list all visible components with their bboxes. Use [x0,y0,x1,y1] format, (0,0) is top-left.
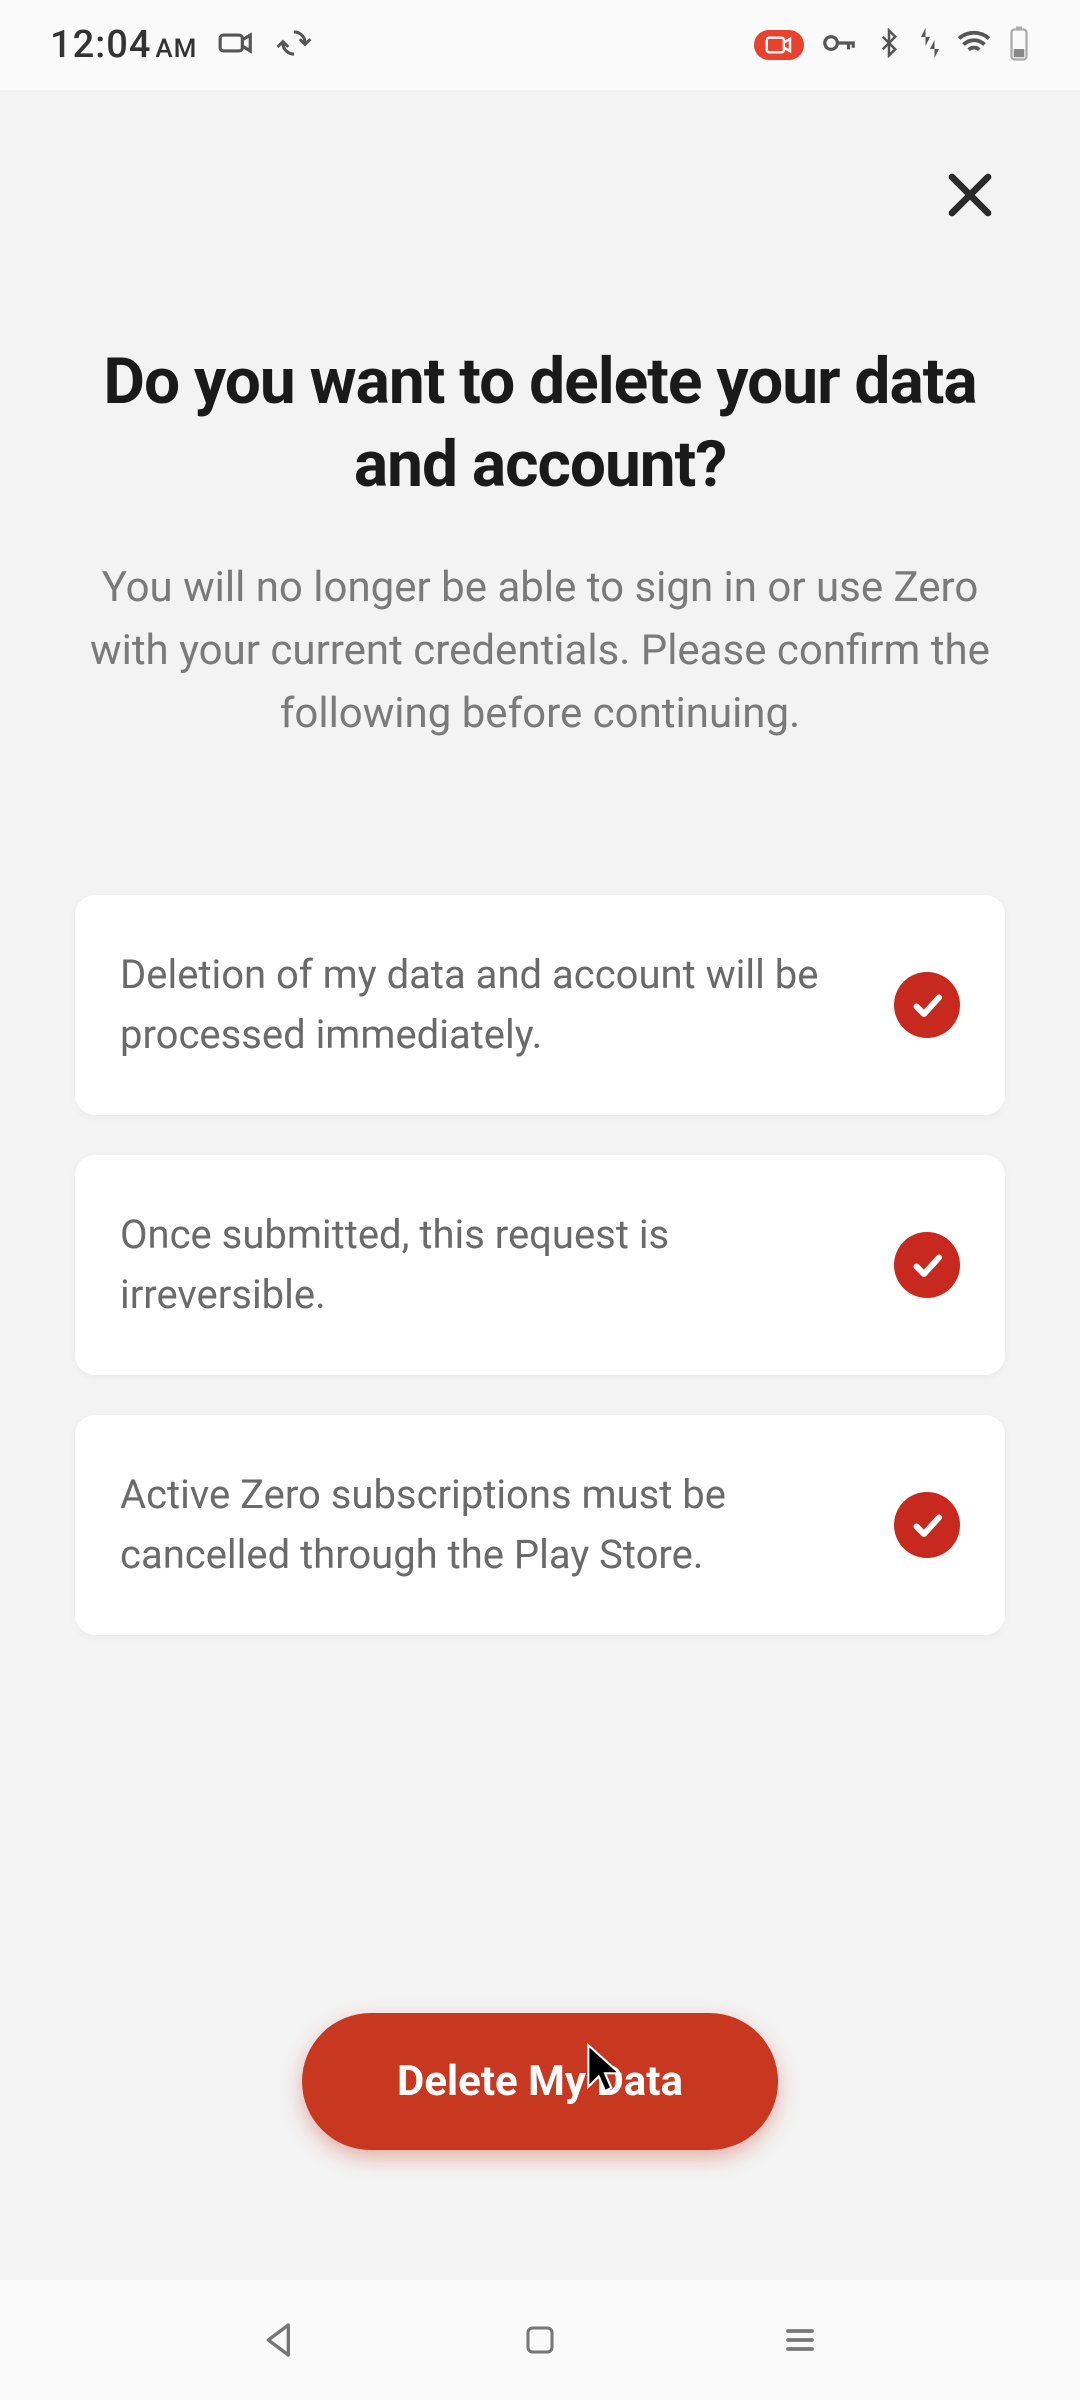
menu-icon [782,2322,818,2358]
home-button[interactable] [510,2310,570,2370]
status-right [754,24,1030,66]
check-icon [894,972,960,1038]
record-badge-icon [754,30,804,60]
delete-my-data-button[interactable]: Delete My Data [302,2013,778,2150]
page-subheading: You will no longer be able to sign in or… [75,556,1005,745]
data-icon [920,28,940,62]
check-icon [894,1492,960,1558]
time-ampm: AM [155,34,197,64]
page-title: Do you want to delete your data and acco… [75,90,1005,506]
content-area: Do you want to delete your data and acco… [0,90,1080,2280]
time-value: 12:04 [50,23,151,67]
back-icon [260,2320,300,2360]
confirmation-item[interactable]: Active Zero subscriptions must be cancel… [75,1415,1005,1635]
confirmation-item[interactable]: Deletion of my data and account will be … [75,895,1005,1115]
video-icon [217,24,255,66]
status-bar: 12:04AM [0,0,1080,90]
battery-icon [1008,25,1030,65]
confirmation-text: Active Zero subscriptions must be cancel… [120,1465,864,1585]
wifi-icon [956,25,992,65]
navigation-bar [0,2280,1080,2400]
confirmation-list: Deletion of my data and account will be … [75,895,1005,1635]
confirmation-text: Once submitted, this request is irrevers… [120,1205,864,1325]
recents-button[interactable] [770,2310,830,2370]
status-left: 12:04AM [50,23,313,67]
vpn-key-icon [820,24,858,66]
status-time: 12:04AM [50,23,197,67]
sync-icon [275,24,313,66]
close-button[interactable] [935,160,1005,230]
home-icon [522,2322,558,2358]
confirmation-item[interactable]: Once submitted, this request is irrevers… [75,1155,1005,1375]
back-button[interactable] [250,2310,310,2370]
close-icon [943,168,997,222]
check-icon [894,1232,960,1298]
bluetooth-icon [874,28,904,62]
confirmation-text: Deletion of my data and account will be … [120,945,864,1065]
